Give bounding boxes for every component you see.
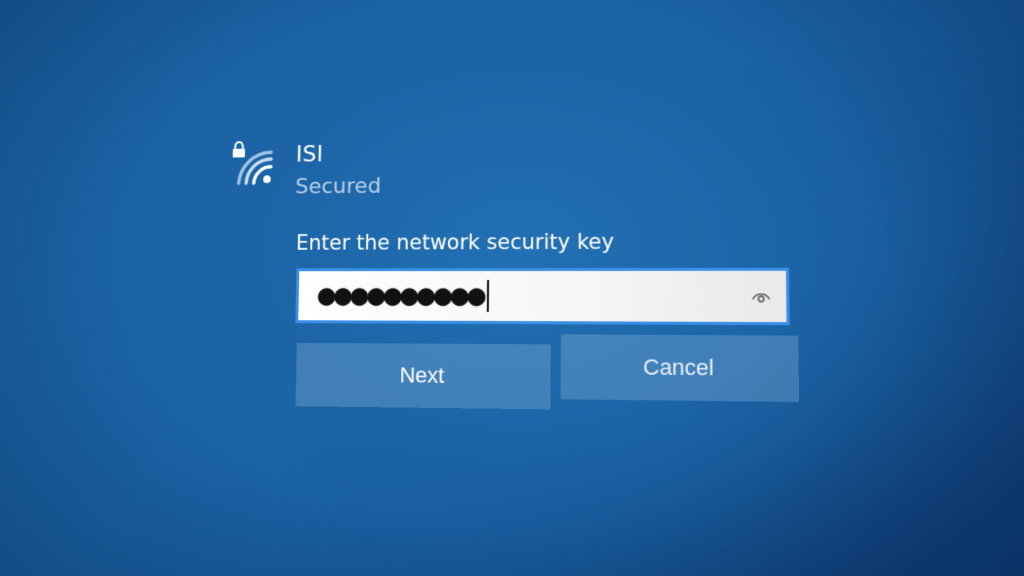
next-button[interactable]: Next (296, 343, 551, 409)
network-name: ISI (296, 142, 324, 167)
cancel-button[interactable]: Cancel (561, 334, 799, 402)
eye-icon[interactable] (751, 286, 772, 307)
text-caret (486, 280, 488, 312)
network-status: Secured (295, 174, 381, 199)
security-key-input[interactable]: ●●●●●●●●●● (295, 268, 789, 326)
wifi-secured-icon (229, 138, 283, 192)
wifi-connect-screen: ISI Secured Enter the network security k… (0, 0, 1024, 576)
security-key-label: Enter the network security key (296, 230, 614, 255)
security-key-value: ●●●●●●●●●● (318, 281, 485, 311)
network-connect-panel: ISI Secured Enter the network security k… (15, 0, 1024, 576)
lock-icon (233, 142, 246, 157)
